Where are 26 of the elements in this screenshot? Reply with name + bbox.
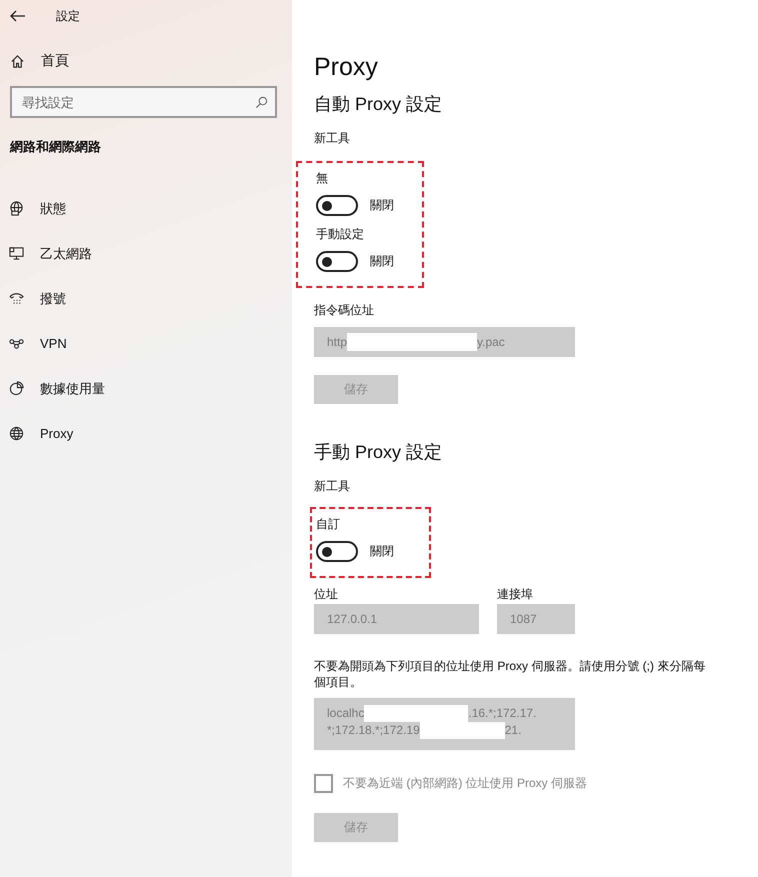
subheading: 新工具: [314, 478, 350, 495]
page-title: Proxy: [314, 52, 378, 83]
field-label: 指令碼位址: [314, 302, 374, 319]
window-title: 設定: [56, 8, 80, 24]
subheading: 新工具: [314, 130, 350, 147]
section-heading: 自動 Proxy 設定: [314, 93, 442, 116]
toggle-state: 關閉: [370, 197, 394, 214]
nav-item[interactable]: 數據使用量: [0, 366, 292, 411]
toggle-label: 自訂: [316, 516, 340, 533]
section-heading: 網路和網際網路: [10, 138, 102, 156]
toggle-state: 關閉: [370, 543, 394, 560]
toggle-label: 無: [316, 170, 328, 187]
nav-item[interactable]: Proxy: [0, 411, 292, 456]
nav-item[interactable]: 狀態: [0, 186, 292, 231]
section-heading: 手動 Proxy 設定: [314, 441, 442, 464]
toggle-label: 手動設定: [316, 226, 364, 243]
home-link[interactable]: 首頁: [10, 52, 90, 70]
field-label: 連接埠: [497, 586, 533, 603]
nav-item[interactable]: 乙太網路: [0, 231, 292, 276]
toggle-state: 關閉: [370, 253, 394, 270]
exceptions-note: 不要為開頭為下列項目的位址使用 Proxy 伺服器。請使用分號 (;) 來分隔每個項目。: [314, 658, 706, 690]
nav-item[interactable]: VPN: [0, 321, 292, 366]
field-label: 位址: [314, 586, 338, 603]
checkbox-label: 不要為近端 (內部網路) 位址使用 Proxy 伺服器: [343, 775, 588, 792]
search-field[interactable]: 尋找設定: [10, 86, 277, 118]
nav-item[interactable]: 撥號: [0, 276, 292, 321]
